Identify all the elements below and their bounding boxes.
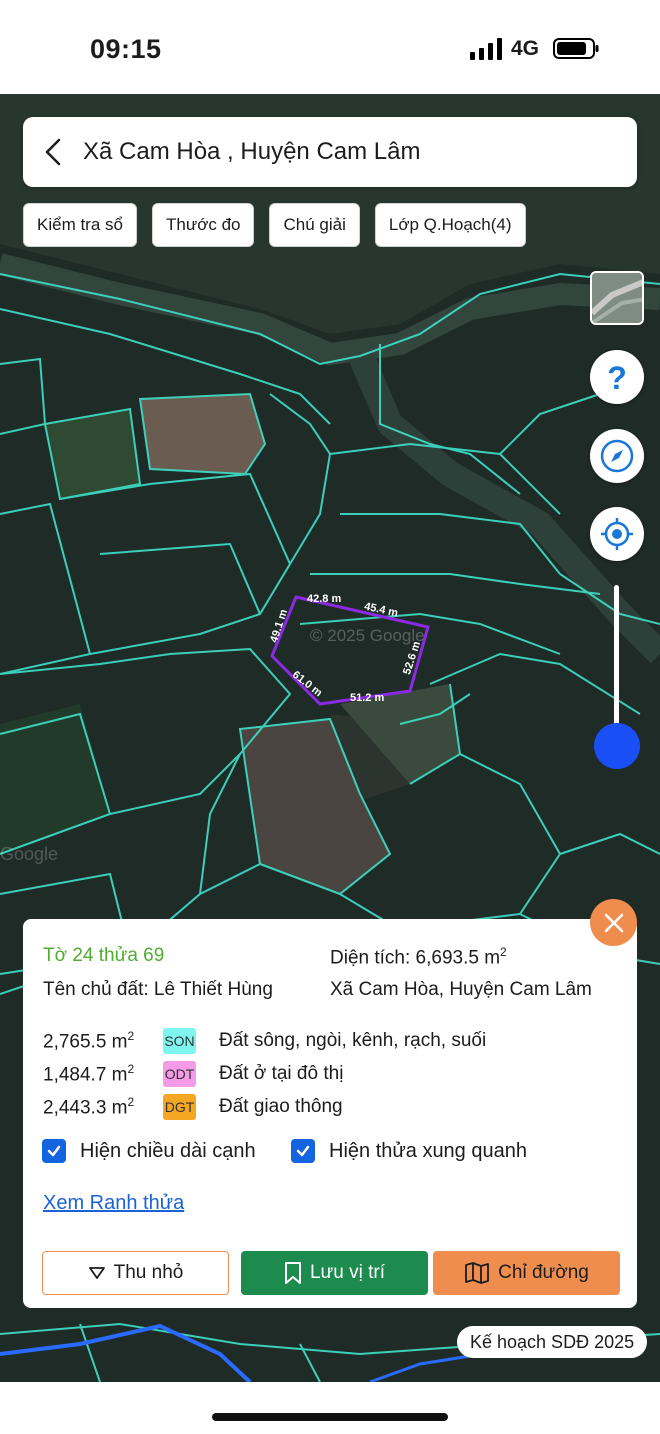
usage-row: 1,484.7 m2 ODT Đất ở tại đô thị	[43, 1060, 343, 1088]
tool-chips: Kiểm tra sổ Thước đo Chú giải Lớp Q.Hoạc…	[23, 203, 526, 247]
show-edge-length-label: Hiện chiều dài cạnh	[80, 1139, 256, 1162]
back-icon[interactable]	[23, 117, 83, 187]
check-book-chip[interactable]: Kiểm tra sổ	[23, 203, 137, 247]
view-boundary-link[interactable]: Xem Ranh thửa	[43, 1192, 184, 1215]
usage-area: 2,765.5 m2	[43, 1028, 135, 1053]
parcel-id: Tờ 24 thửa 69	[43, 945, 165, 966]
checkmark-icon	[296, 1145, 310, 1157]
signal-icon	[470, 38, 502, 60]
usage-row: 2,443.3 m2 DGT Đất giao thông	[43, 1093, 343, 1121]
usage-description: Đất ở tại đô thị	[219, 1063, 344, 1084]
edge-label-bottom: 51.2 m	[350, 692, 385, 704]
status-time: 09:15	[90, 34, 162, 64]
usage-description: Đất giao thông	[219, 1096, 343, 1117]
close-panel-button[interactable]	[590, 899, 637, 946]
save-location-label: Lưu vị trí	[309, 1262, 386, 1283]
zoom-slider-knob[interactable]	[594, 723, 640, 769]
directions-label: Chỉ đường	[498, 1262, 589, 1283]
locate-button[interactable]	[590, 507, 644, 561]
triangle-down-icon	[88, 1267, 105, 1279]
location-title: Xã Cam Hòa , Huyện Cam Lâm	[83, 138, 421, 165]
show-neighbors-label: Hiện thửa xung quanh	[329, 1139, 527, 1162]
owner-name: Tên chủ đất: Lê Thiết Hùng	[43, 979, 273, 1000]
planning-layer-chip[interactable]: Lớp Q.Hoạch(4)	[374, 203, 526, 247]
compass-icon	[600, 439, 634, 473]
compass-button[interactable]	[590, 429, 644, 483]
locate-icon	[601, 518, 633, 550]
map-watermark: © 2025 Google	[310, 626, 425, 645]
parcel-area-sup: 2	[500, 945, 507, 959]
battery-icon	[553, 38, 599, 59]
question-icon: ?	[607, 360, 627, 394]
checkbox[interactable]	[42, 1139, 66, 1163]
legend-chip[interactable]: Chú giải	[269, 203, 360, 247]
measure-chip[interactable]: Thước đo	[151, 203, 255, 247]
help-button[interactable]: ?	[590, 350, 644, 404]
home-indicator[interactable]	[212, 1413, 448, 1421]
usage-code-badge: ODT	[163, 1061, 196, 1087]
location-header: Xã Cam Hòa , Huyện Cam Lâm	[23, 117, 637, 187]
zoom-slider-track[interactable]	[614, 585, 619, 740]
edge-label-top-left: 42.8 m	[307, 593, 342, 605]
close-icon	[604, 913, 623, 932]
bookmark-icon	[284, 1262, 301, 1284]
minimize-label: Thu nhỏ	[113, 1262, 184, 1283]
layer-icon	[592, 273, 642, 323]
directions-button[interactable]: Chỉ đường	[433, 1251, 620, 1295]
map-icon	[465, 1262, 490, 1284]
map-layer-toggle[interactable]	[590, 271, 644, 325]
checkmark-icon	[47, 1145, 61, 1157]
show-edge-length-toggle[interactable]: Hiện chiều dài cạnh	[42, 1139, 256, 1163]
minimize-button[interactable]: Thu nhỏ	[42, 1251, 229, 1295]
usage-code-badge: SON	[163, 1028, 196, 1054]
svg-text:?: ?	[607, 360, 627, 394]
google-watermark: Google	[0, 844, 59, 864]
checkbox[interactable]	[291, 1139, 315, 1163]
show-neighbors-toggle[interactable]: Hiện thửa xung quanh	[291, 1139, 527, 1163]
usage-code-badge: DGT	[163, 1094, 196, 1120]
plan-year-label[interactable]: Kế hoạch SDĐ 2025	[457, 1326, 648, 1358]
usage-area: 2,443.3 m2	[43, 1094, 135, 1119]
parcel-area: Diện tích: 6,693.5 m2	[330, 945, 507, 969]
parcel-area-value: Diện tích: 6,693.5 m	[330, 947, 501, 969]
save-location-button[interactable]: Lưu vị trí	[241, 1251, 428, 1295]
parcel-location: Xã Cam Hòa, Huyện Cam Lâm	[330, 979, 592, 1000]
status-bar: 09:15 4G	[0, 0, 660, 94]
parcel-info-panel: Tờ 24 thửa 69 Diện tích: 6,693.5 m2 Tên …	[23, 919, 637, 1308]
usage-row: 2,765.5 m2 SON Đất sông, ngòi, kênh, rạc…	[43, 1027, 486, 1055]
home-area	[0, 1382, 660, 1434]
usage-area: 1,484.7 m2	[43, 1061, 135, 1086]
network-type: 4G	[511, 37, 540, 60]
usage-description: Đất sông, ngòi, kênh, rạch, suối	[219, 1030, 487, 1051]
